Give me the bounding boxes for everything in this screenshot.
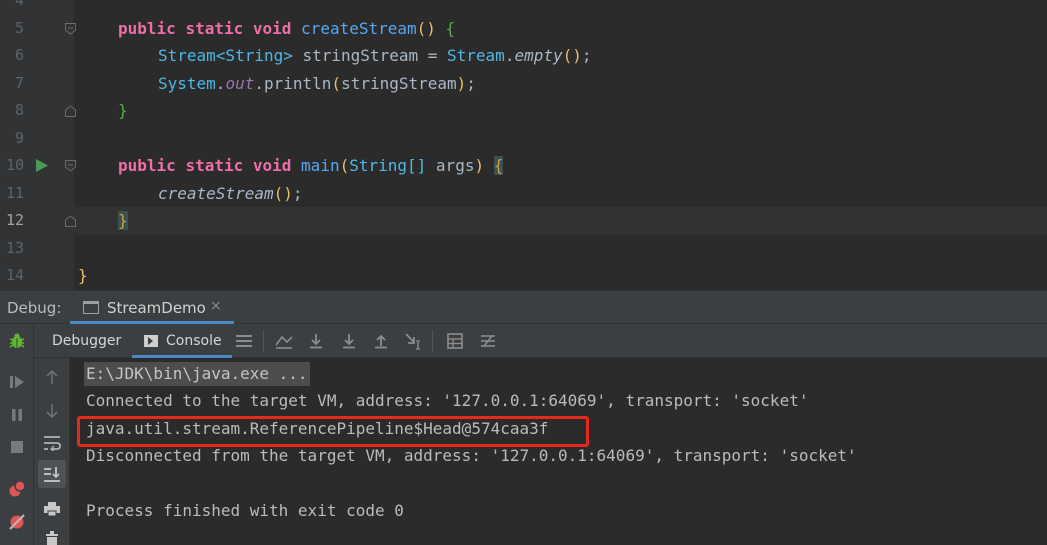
code-line: 7 System.out.println(stringStream); [0, 70, 1047, 98]
line-number: 11 [5, 183, 24, 202]
view-breakpoints-icon[interactable] [6, 478, 28, 500]
code-line: 13 [0, 235, 1047, 263]
run-gutter-icon[interactable] [36, 159, 48, 172]
session-name: StreamDemo [107, 299, 206, 317]
run-to-cursor-icon[interactable] [404, 332, 422, 350]
console-line: Connected to the target VM, address: '12… [86, 391, 809, 410]
scroll-to-end-icon[interactable] [38, 460, 66, 488]
resume-icon[interactable] [6, 371, 28, 393]
debug-tool-window-header: Debug: StreamDemo × [0, 290, 1047, 324]
code-line: 6 Stream<String> stringStream = Stream.e… [0, 42, 1047, 70]
print-icon[interactable] [41, 498, 63, 520]
step-out-icon[interactable] [372, 332, 390, 350]
layout-menu-icon[interactable] [235, 332, 253, 350]
console-side-toolbar [34, 358, 70, 545]
console-output[interactable]: E:\JDK\bin\java.exe ... Connected to the… [70, 358, 1047, 545]
code-text: public static void createStream() { [118, 18, 456, 38]
code-line: 9 [0, 125, 1047, 153]
code-text: createStream(); [158, 183, 303, 203]
code-text: } [78, 266, 88, 285]
code-text: System.out.println(stringStream); [158, 73, 476, 93]
code-line: 11 createStream(); [0, 180, 1047, 208]
evaluate-expression-icon[interactable] [446, 332, 464, 350]
toolbar-separator [263, 330, 264, 352]
mute-breakpoints-icon[interactable] [6, 511, 28, 533]
line-number: 5 [14, 18, 24, 37]
code-editor[interactable]: 4 5 public static void createStream() { … [0, 0, 1047, 290]
code-line: 4 [0, 0, 1047, 15]
line-number: 9 [14, 128, 24, 147]
tab-streamdemo-session[interactable]: StreamDemo × [70, 291, 234, 324]
code-text: } [118, 101, 128, 120]
soft-wrap-icon[interactable] [41, 432, 63, 454]
current-code-line: 12 } [0, 207, 1047, 235]
step-into-icon[interactable] [340, 332, 358, 350]
line-number: 4 [14, 0, 24, 9]
step-over-icon[interactable] [307, 332, 325, 350]
console-icon [144, 335, 158, 347]
line-number: 14 [5, 266, 24, 284]
fold-end-icon[interactable] [65, 215, 76, 227]
console-command-line[interactable]: E:\JDK\bin\java.exe ... [84, 362, 310, 386]
line-number: 8 [14, 101, 24, 119]
line-number: 12 [5, 211, 24, 229]
code-text: } [118, 211, 128, 230]
code-line: 10 public static void main(String[] args… [0, 152, 1047, 180]
code-text: public static void main(String[] args) { [118, 156, 504, 175]
console-line: Disconnected from the target VM, address… [86, 446, 857, 465]
line-number: 10 [5, 156, 24, 174]
tab-debugger[interactable]: Debugger [52, 324, 132, 358]
annotation-highlight-box [77, 416, 589, 447]
bug-icon[interactable] [6, 330, 28, 352]
code-line: 14 } [0, 262, 1047, 290]
line-number: 7 [14, 73, 24, 92]
code-line: 5 public static void createStream() { [0, 15, 1047, 43]
debug-actions-toolbar [0, 324, 34, 545]
arrow-down-icon[interactable] [41, 400, 63, 422]
code-line: 8 } [0, 97, 1047, 125]
tab-console[interactable]: Console [132, 324, 232, 358]
tab-console-label: Console [166, 333, 222, 349]
app-window-icon [83, 301, 99, 314]
console-line: Process finished with exit code 0 [86, 501, 404, 520]
close-icon[interactable]: × [210, 298, 222, 314]
debug-label: Debug: [7, 299, 62, 317]
debug-tabs-toolbar: Debugger Console [34, 324, 1047, 358]
toolbar-separator [432, 330, 433, 352]
fold-end-icon[interactable] [65, 105, 76, 117]
pause-icon[interactable] [6, 404, 28, 426]
line-number: 13 [5, 238, 24, 257]
show-execution-point-icon[interactable] [275, 332, 293, 350]
trash-icon[interactable] [41, 528, 63, 545]
trace-stream-icon[interactable] [479, 332, 497, 350]
line-number: 6 [14, 46, 24, 64]
arrow-up-icon[interactable] [41, 366, 63, 388]
stop-icon[interactable] [6, 436, 28, 458]
code-text: Stream<String> stringStream = Stream.emp… [158, 46, 592, 65]
fold-open-icon[interactable] [65, 22, 76, 35]
fold-open-icon[interactable] [65, 160, 76, 172]
